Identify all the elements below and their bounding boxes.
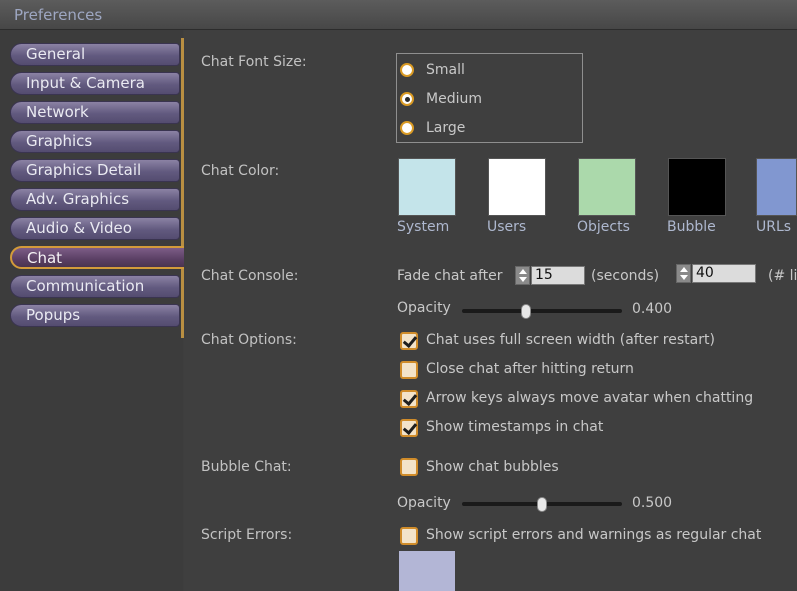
show-timestamps-label[interactable]: Show timestamps in chat [426, 419, 603, 435]
tab-graphics-detail[interactable]: Graphics Detail [10, 159, 180, 182]
tab-label: Adv. Graphics [26, 190, 130, 208]
objects-color-label: Objects [577, 219, 630, 235]
lines-unit-label: (# li [768, 268, 797, 284]
script-errors-color-swatch[interactable] [399, 551, 455, 591]
show-timestamps-checkbox[interactable] [400, 419, 418, 437]
tab-label: Audio & Video [26, 219, 132, 237]
script-errors-as-chat-checkbox[interactable] [400, 527, 418, 545]
tab-label: Network [26, 103, 89, 121]
bubble-opacity-slider-thumb[interactable] [537, 497, 547, 512]
tab-label: Input & Camera [26, 74, 145, 92]
bubble-opacity-label: Opacity [397, 495, 451, 511]
tab-communication[interactable]: Communication [10, 275, 180, 298]
console-opacity-slider-thumb[interactable] [521, 304, 531, 319]
bubble-opacity-value: 0.500 [632, 495, 673, 511]
font-size-large-label[interactable]: Large [426, 120, 465, 136]
chat-font-size-label: Chat Font Size: [201, 54, 307, 70]
urls-color-swatch[interactable] [756, 158, 797, 216]
bubble-color-swatch[interactable] [668, 158, 726, 216]
tab-graphics[interactable]: Graphics [10, 130, 180, 153]
font-size-small-label[interactable]: Small [426, 62, 465, 78]
fade-seconds-stepper[interactable] [515, 266, 530, 285]
console-opacity-label: Opacity [397, 300, 451, 316]
arrow-keys-move-avatar-label[interactable]: Arrow keys always move avatar when chatt… [426, 390, 753, 406]
users-color-swatch[interactable] [488, 158, 546, 216]
font-size-medium-label[interactable]: Medium [426, 91, 482, 107]
show-chat-bubbles-checkbox[interactable] [400, 458, 418, 476]
tab-adv-graphics[interactable]: Adv. Graphics [10, 188, 180, 211]
tab-chat[interactable]: Chat [10, 246, 188, 269]
chat-options-label: Chat Options: [201, 332, 297, 348]
tab-label: Communication [26, 277, 145, 295]
tab-label: Popups [26, 306, 81, 324]
objects-color-swatch[interactable] [578, 158, 636, 216]
preferences-tab-list: General Input & Camera Network Graphics … [0, 30, 188, 591]
chat-preferences-panel: Chat Font Size: Small Medium Large Chat … [184, 30, 797, 591]
script-errors-as-chat-label[interactable]: Show script errors and warnings as regul… [426, 527, 761, 543]
system-color-label: System [397, 219, 450, 235]
font-size-large-radio[interactable] [400, 121, 414, 135]
arrow-keys-move-avatar-checkbox[interactable] [400, 390, 418, 408]
tab-input-camera[interactable]: Input & Camera [10, 72, 180, 95]
bubble-color-label: Bubble [667, 219, 716, 235]
font-size-radio-group [396, 53, 583, 143]
seconds-unit-label: (seconds) [591, 268, 660, 284]
show-chat-bubbles-label[interactable]: Show chat bubbles [426, 459, 559, 475]
script-errors-label: Script Errors: [201, 527, 293, 543]
tab-label: Chat [27, 249, 63, 267]
close-after-return-checkbox[interactable] [400, 361, 418, 379]
tab-label: General [26, 45, 86, 63]
tab-general[interactable]: General [10, 43, 180, 66]
fade-seconds-field[interactable]: 15 [531, 266, 585, 285]
users-color-label: Users [487, 219, 527, 235]
tab-label: Graphics [26, 132, 93, 150]
window-title: Preferences [14, 6, 103, 24]
title-bar: Preferences [0, 0, 797, 30]
chat-color-label: Chat Color: [201, 163, 280, 179]
tab-popups[interactable]: Popups [10, 304, 180, 327]
tab-network[interactable]: Network [10, 101, 180, 124]
console-opacity-slider[interactable] [462, 309, 622, 313]
console-opacity-value: 0.400 [632, 301, 673, 317]
urls-color-label: URLs [756, 219, 792, 235]
chat-console-label: Chat Console: [201, 268, 299, 284]
system-color-swatch[interactable] [398, 158, 456, 216]
console-lines-stepper[interactable] [676, 264, 691, 283]
full-screen-width-label[interactable]: Chat uses full screen width (after resta… [426, 332, 715, 348]
font-size-small-radio[interactable] [400, 63, 414, 77]
close-after-return-label[interactable]: Close chat after hitting return [426, 361, 634, 377]
console-lines-field[interactable]: 40 [692, 264, 756, 283]
bubble-chat-label: Bubble Chat: [201, 459, 292, 475]
tab-label: Graphics Detail [26, 161, 142, 179]
tab-audio-video[interactable]: Audio & Video [10, 217, 180, 240]
full-screen-width-checkbox[interactable] [400, 332, 418, 350]
fade-chat-label: Fade chat after [397, 268, 503, 284]
font-size-medium-radio[interactable] [400, 92, 414, 106]
